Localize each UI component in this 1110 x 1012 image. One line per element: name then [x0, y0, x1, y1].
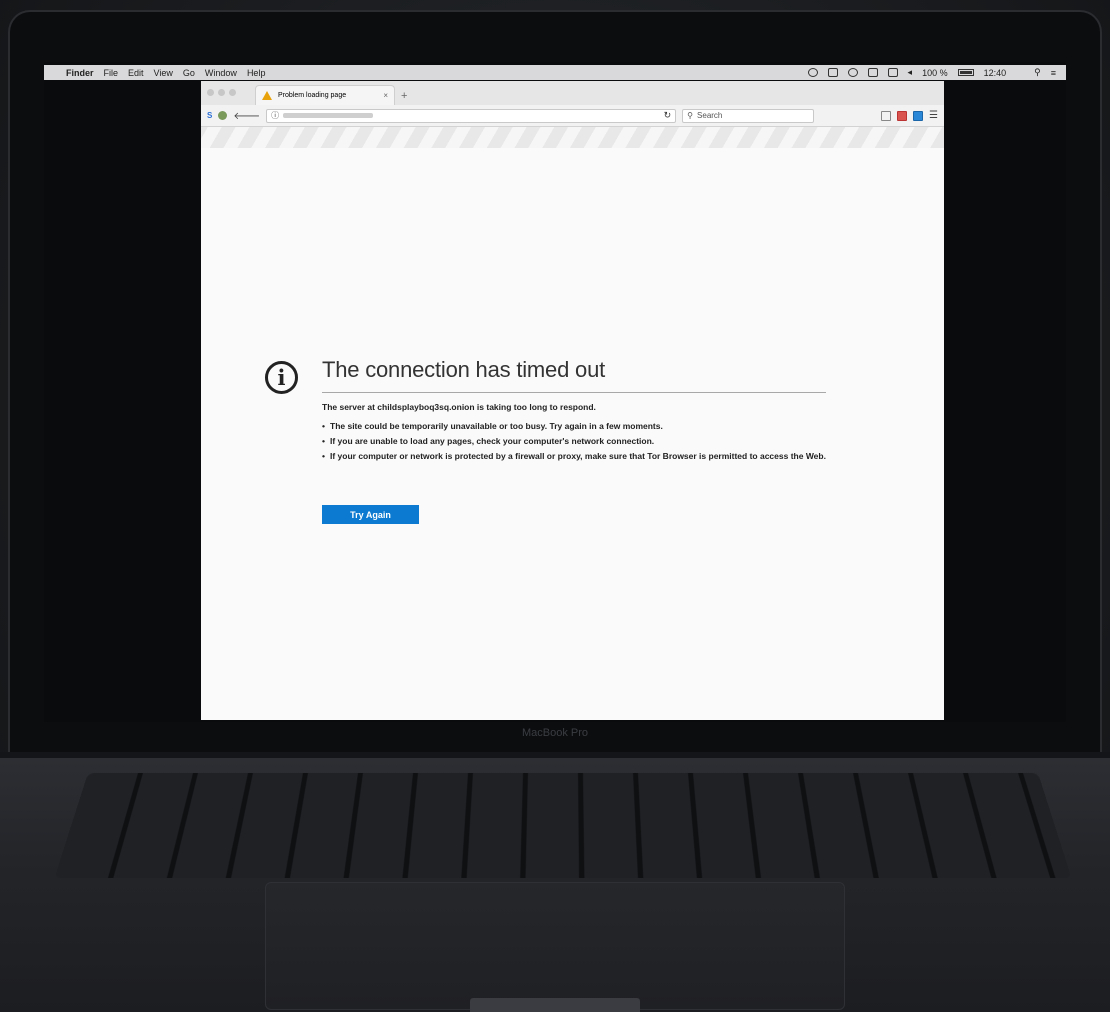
menu-file[interactable]: File — [104, 68, 119, 78]
search-icon: ⚲ — [687, 111, 694, 120]
error-body: The server at childsplayboq3sq.onion is … — [322, 402, 832, 466]
airplay-icon[interactable] — [887, 68, 898, 77]
tab-title: Problem loading page — [278, 92, 347, 99]
menu-app-name[interactable]: Finder — [66, 68, 94, 78]
warning-icon — [262, 91, 272, 100]
wifi-icon[interactable] — [867, 68, 878, 77]
browser-window: Problem loading page × + S 🡐 ⓘ ↻ ⚲ Searc… — [201, 81, 944, 720]
info-icon: i — [265, 361, 298, 394]
extension-blue-icon[interactable] — [913, 110, 924, 121]
error-lead: The server at childsplayboq3sq.onion is … — [322, 402, 596, 412]
error-bullet-list: The site could be temporarily unavailabl… — [322, 421, 832, 462]
reader-view-icon[interactable] — [881, 110, 892, 121]
tab-close-icon[interactable]: × — [383, 91, 388, 100]
notification-center-icon[interactable]: ≡ — [1051, 68, 1056, 78]
try-again-button[interactable]: Try Again — [322, 505, 419, 524]
menu-view[interactable]: View — [154, 68, 173, 78]
volume-icon[interactable]: ◂ — [908, 67, 913, 78]
error-title: The connection has timed out — [322, 357, 606, 382]
tor-onion-icon[interactable] — [218, 111, 228, 120]
close-window-button[interactable] — [207, 89, 214, 96]
tab-strip: Problem loading page × + — [201, 81, 944, 105]
laptop-keyboard — [54, 773, 1072, 879]
battery-percent: 100 % — [922, 67, 948, 78]
minimize-window-button[interactable] — [218, 89, 225, 96]
macbook-brand-label: MacBook Pro — [521, 727, 589, 739]
noscript-icon[interactable]: S — [207, 111, 212, 120]
site-info-icon[interactable]: ⓘ — [271, 110, 279, 121]
hamburger-menu-icon[interactable]: ☰ — [929, 110, 938, 121]
mac-menu-bar: Finder File Edit View Go Window Help ◂ 1… — [44, 65, 1066, 80]
laptop-notch — [470, 998, 640, 1012]
loading-stripes — [201, 127, 944, 148]
error-divider — [322, 392, 826, 393]
error-bullet: If you are unable to load any pages, che… — [322, 436, 832, 447]
laptop-lid: Finder File Edit View Go Window Help ◂ 1… — [8, 10, 1102, 758]
battery-icon[interactable] — [957, 69, 974, 76]
menu-clock[interactable]: 12:40 — [984, 68, 1007, 78]
browser-toolbar: S 🡐 ⓘ ↻ ⚲ Search ☰ — [201, 105, 944, 127]
time-machine-icon[interactable] — [847, 68, 858, 77]
error-bullet: The site could be temporarily unavailabl… — [322, 421, 832, 432]
zoom-window-button[interactable] — [229, 89, 236, 96]
menu-window[interactable]: Window — [205, 68, 237, 78]
window-controls — [207, 89, 236, 96]
search-placeholder: Search — [697, 111, 723, 120]
url-bar[interactable]: ⓘ ↻ — [266, 108, 677, 123]
menu-go[interactable]: Go — [183, 68, 195, 78]
spotlight-search-icon[interactable]: ⚲ — [1034, 67, 1041, 78]
status-info-icon[interactable] — [807, 68, 818, 77]
error-bullet: If your computer or network is protected… — [322, 451, 832, 462]
back-arrow-icon[interactable]: 🡐 — [233, 110, 260, 122]
search-input[interactable]: ⚲ Search — [682, 108, 815, 123]
laptop-trackpad — [265, 882, 845, 1010]
status-pause-icon[interactable] — [827, 68, 838, 77]
tab-problem-loading[interactable]: Problem loading page × — [255, 85, 395, 105]
new-tab-button[interactable]: + — [401, 90, 407, 105]
extension-red-icon[interactable] — [897, 110, 908, 121]
menu-help[interactable]: Help — [247, 68, 266, 78]
blurred-url — [283, 113, 374, 118]
menu-edit[interactable]: Edit — [128, 68, 144, 78]
laptop-screen: Finder File Edit View Go Window Help ◂ 1… — [44, 62, 1066, 722]
reload-icon[interactable]: ↻ — [664, 110, 672, 121]
